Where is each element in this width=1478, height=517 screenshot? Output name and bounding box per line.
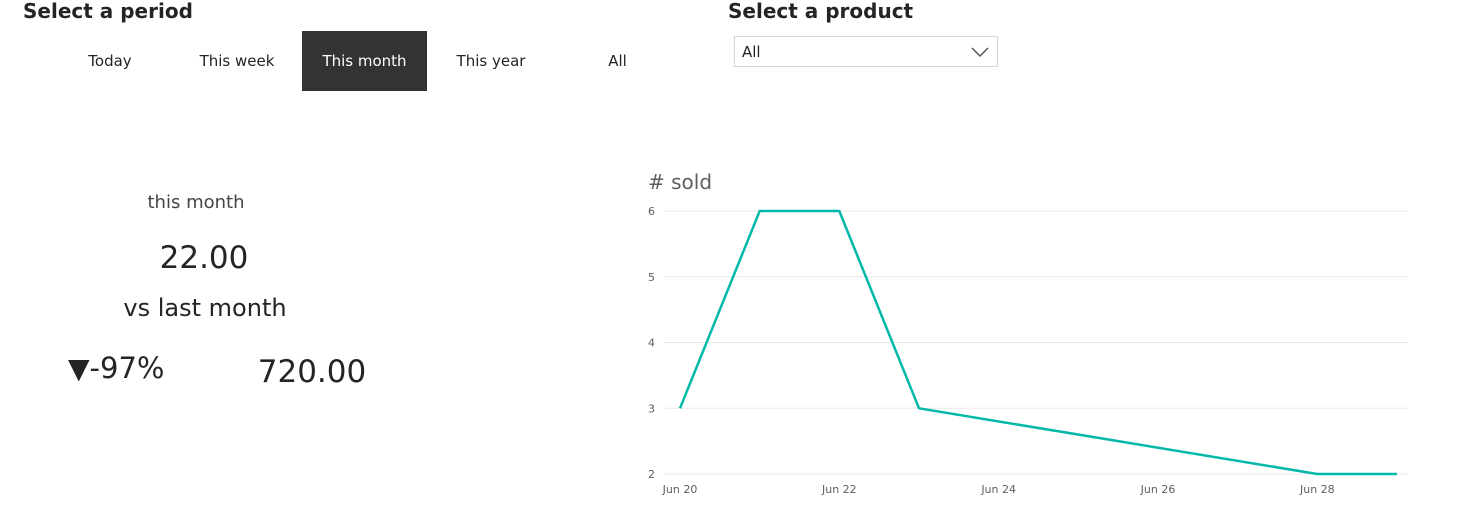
report-canvas: Select a period Today This week This mon…: [0, 0, 1478, 517]
data-point[interactable]: [835, 207, 843, 215]
y-tick-label: 6: [648, 205, 655, 218]
y-tick-label: 4: [648, 337, 655, 350]
data-point[interactable]: [756, 207, 764, 215]
x-tick-label: Jun 24: [980, 483, 1016, 496]
x-tick-label: Jun 26: [1140, 483, 1176, 496]
data-point[interactable]: [1393, 470, 1401, 478]
data-point[interactable]: [1313, 470, 1321, 478]
y-tick-label: 3: [648, 402, 655, 415]
sold-line-chart: 2 3 4 5 6 Jun 20 Jun 22 Jun 24 Jun 26 Jun 28: [648, 205, 1408, 496]
x-tick-label: Jun 28: [1299, 483, 1335, 496]
y-tick-label: 2: [648, 468, 655, 481]
data-point[interactable]: [676, 404, 684, 412]
x-tick-label: Jun 20: [662, 483, 698, 496]
data-point[interactable]: [915, 404, 923, 412]
y-tick-label: 5: [648, 271, 655, 284]
x-tick-label: Jun 22: [821, 483, 857, 496]
